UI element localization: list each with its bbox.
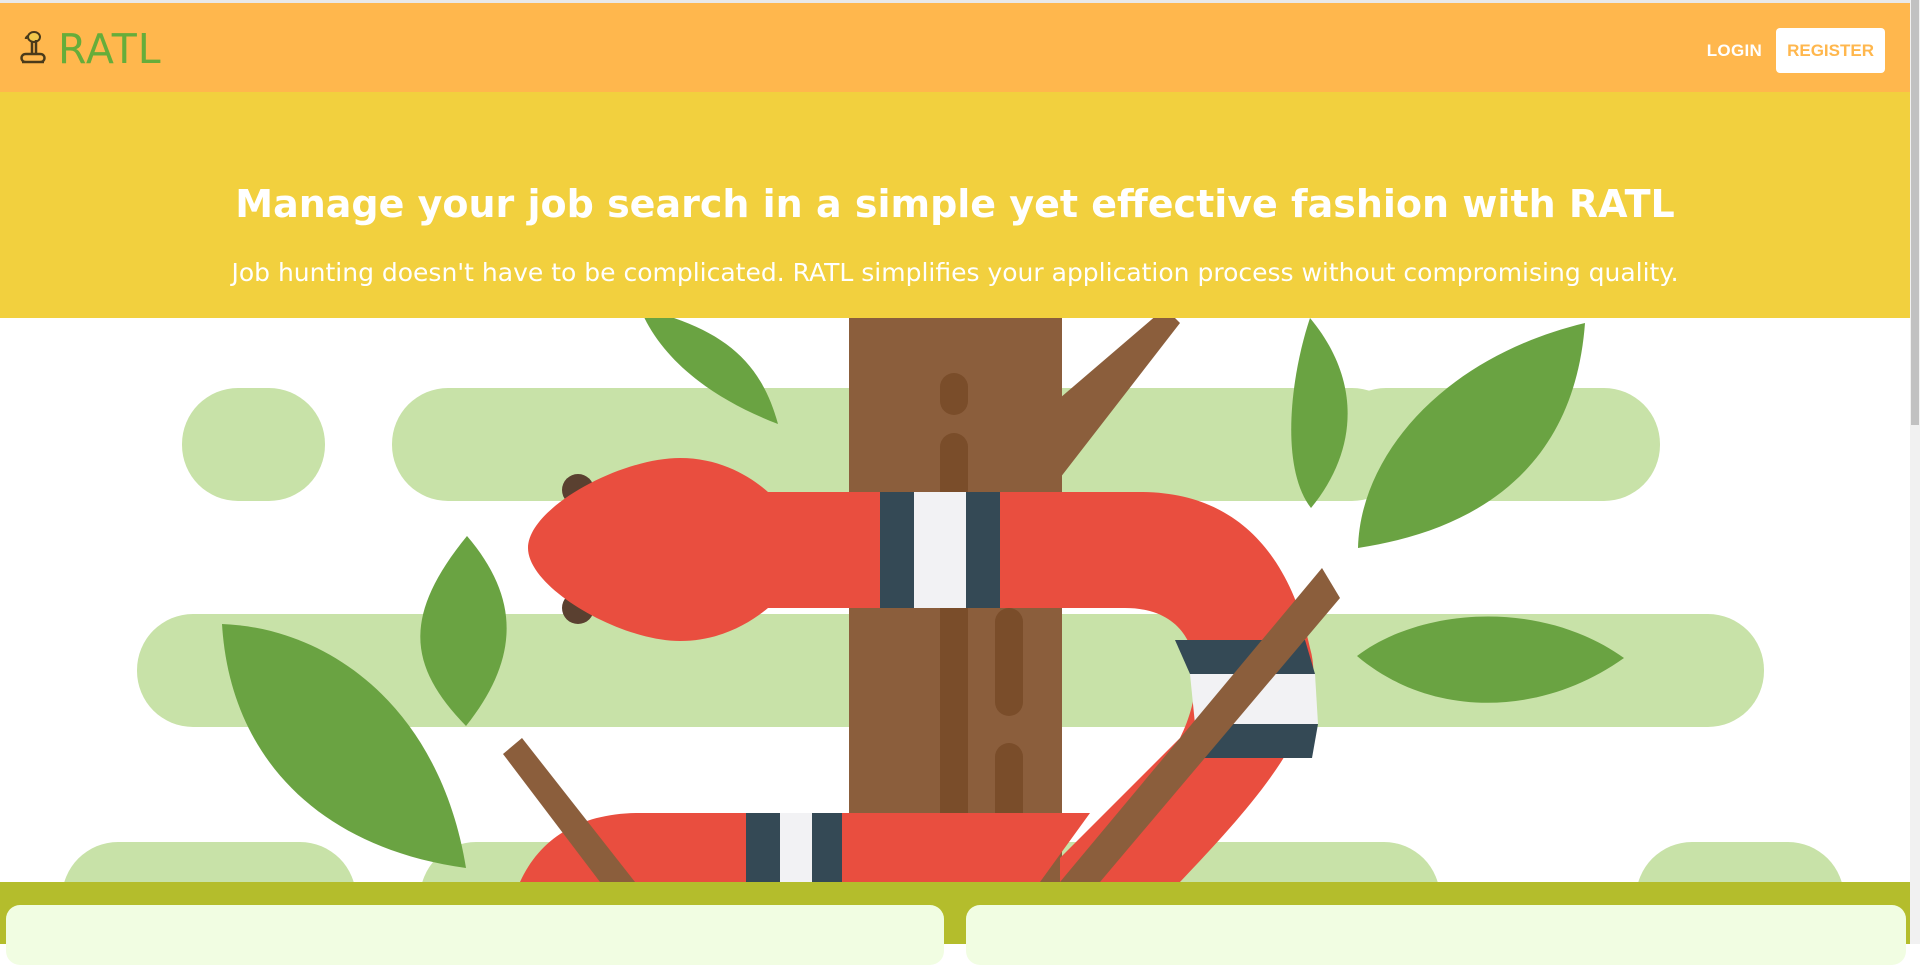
navbar: RATL LOGIN REGISTER <box>0 3 1910 92</box>
snake-icon <box>16 29 54 69</box>
page-scrollbar[interactable] <box>1910 0 1920 944</box>
hero-illustration <box>0 318 1910 882</box>
register-button[interactable]: REGISTER <box>1776 28 1885 73</box>
feature-card <box>6 905 944 965</box>
login-link[interactable]: LOGIN <box>1707 41 1762 61</box>
brand-logo[interactable]: RATL <box>16 27 162 71</box>
hero-title: Manage your job search in a simple yet e… <box>235 182 1675 226</box>
nav-actions: LOGIN REGISTER <box>1707 28 1885 73</box>
hero-subtitle: Job hunting doesn't have to be complicat… <box>231 258 1679 287</box>
scrollbar-thumb[interactable] <box>1911 0 1919 425</box>
feature-card <box>966 905 1906 965</box>
brand-name: RATL <box>58 25 162 73</box>
hero-banner: Manage your job search in a simple yet e… <box>0 92 1910 318</box>
